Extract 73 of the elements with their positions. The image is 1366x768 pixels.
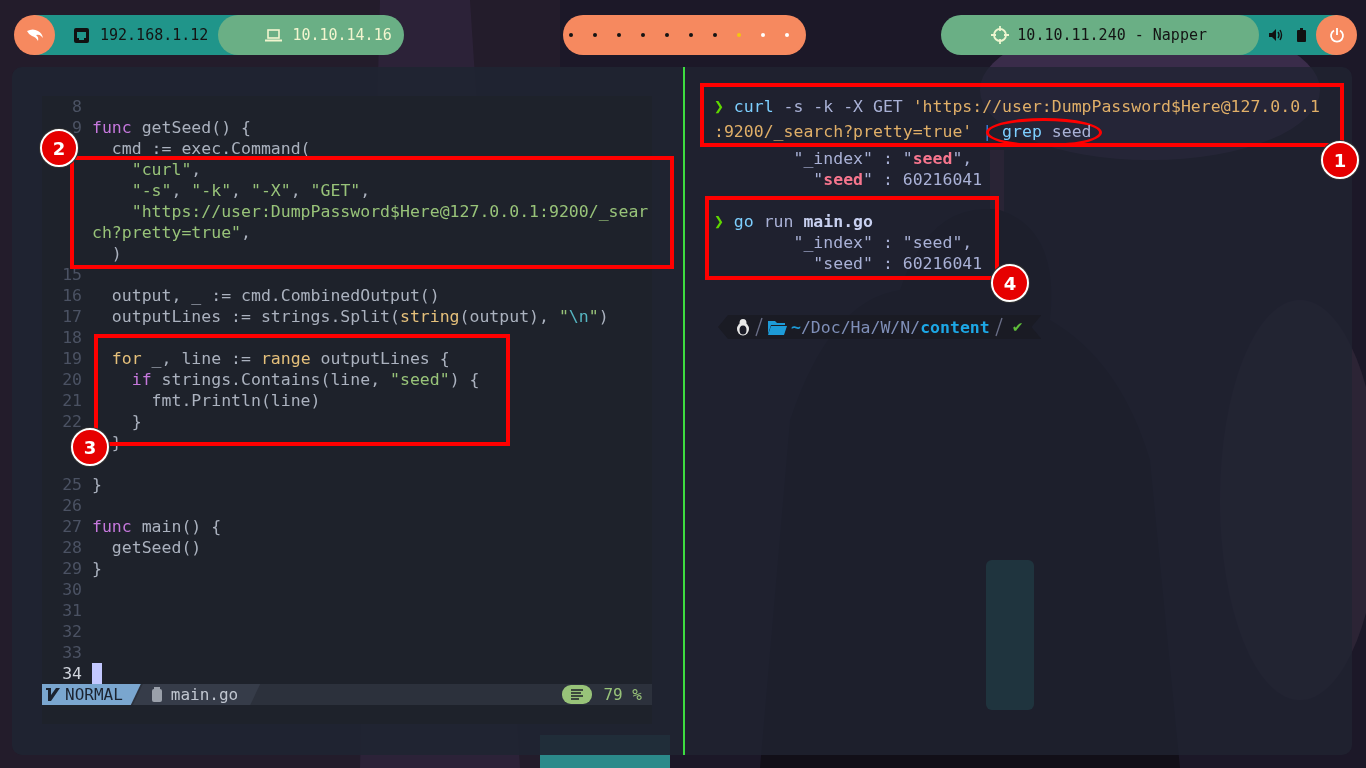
line-number: 28 (62, 538, 82, 557)
mode-label: NORMAL (65, 685, 123, 704)
code-line: output, _ := cmd.CombinedOutput() (110, 285, 440, 306)
code-line: "curl", (130, 159, 202, 180)
line-number: 8 (72, 97, 82, 116)
line-number: 26 (62, 496, 82, 515)
terminal-command: ❯ go run main.go (714, 211, 873, 232)
line-number: 33 (62, 643, 82, 662)
prompt-separator (993, 317, 1004, 337)
workspace-dot[interactable] (761, 33, 765, 37)
ip-address: 192.168.1.12 (100, 26, 209, 44)
file-icon (150, 687, 163, 702)
code-line: outputLines := strings.Split(string(output), "\n") (110, 306, 609, 327)
terminal-output: "_index" : "seed", (792, 148, 973, 169)
speaker-icon[interactable] (1269, 29, 1283, 41)
battery-icon[interactable] (1297, 28, 1306, 42)
line-number: 25 (62, 475, 82, 494)
line-number: 32 (62, 622, 82, 641)
code-line: "https://user:DumpPassword$Here@127.0.0.1:9200/_sear (130, 201, 649, 222)
code-line: getSeed() (110, 537, 202, 558)
workspace-dot[interactable] (713, 33, 717, 37)
target-label: 10.10.11.240 - Napper (1017, 26, 1207, 44)
code-line: ch?pretty=true", (92, 222, 251, 243)
workspace-dot[interactable] (737, 33, 741, 37)
terminal-output: "seed" : 60216041 (812, 253, 983, 274)
terminal-command: ❯ curl -s -k -X GET 'https://user:DumpPassword$Here@127.0.0.1 (714, 96, 1320, 117)
code-line: } (92, 474, 102, 495)
workspace-dot[interactable] (689, 33, 693, 37)
ip-address: 10.10.14.16 (292, 26, 392, 44)
workspace-dot[interactable] (569, 33, 573, 37)
line-number: 17 (62, 307, 82, 326)
line-number: 19 (62, 349, 82, 368)
lines-icon (562, 685, 593, 704)
dragon-icon (25, 28, 44, 42)
line-number: 18 (62, 328, 82, 347)
code-line: ) (110, 243, 122, 264)
code-line: "-s", "-k", "-X", "GET", (130, 180, 371, 201)
status-check: ✔ (1010, 317, 1024, 337)
line-number: 31 (62, 601, 82, 620)
line-number: 21 (62, 391, 82, 410)
code-line: for _, line := range outputLines { (110, 348, 450, 369)
code-line: } (130, 411, 142, 432)
prompt-separator (754, 317, 764, 337)
line-number: 22 (62, 412, 82, 431)
line-number: 16 (62, 286, 82, 305)
v-logo-icon (46, 688, 61, 701)
workspace-dot[interactable] (785, 33, 789, 37)
code-line: fmt.Println(line) (150, 390, 321, 411)
terminal-output: "_index" : "seed", (792, 232, 973, 253)
folder-icon (768, 319, 787, 335)
line-number: 34 (62, 664, 82, 683)
workspace-dot[interactable] (641, 33, 645, 37)
line-number: 20 (62, 370, 82, 389)
line-number: 29 (62, 559, 82, 578)
line-number: 30 (62, 580, 82, 599)
terminal-output: "seed" : 60216041 (812, 169, 983, 190)
penguin-icon (736, 318, 750, 336)
power-icon (1328, 27, 1345, 43)
scroll-percent: 79 % (602, 685, 643, 704)
code-line: cmd := exec.Command( (110, 138, 311, 159)
file-name: main.go (170, 685, 239, 704)
workspace-dot[interactable] (665, 33, 669, 37)
prompt-path: ~/Doc/Ha/W/N/content (791, 316, 990, 338)
network-port-icon (73, 26, 90, 44)
laptop-icon (265, 28, 283, 42)
workspace-dot[interactable] (617, 33, 621, 37)
crosshair-icon (991, 26, 1010, 44)
code-line: func main() { (92, 516, 222, 537)
workspace-dot[interactable] (593, 33, 597, 37)
line-number: 27 (62, 517, 82, 536)
code-line: } (92, 558, 102, 579)
code-line: if strings.Contains(line, "seed") { (130, 369, 480, 390)
code-line: func getSeed() { (92, 117, 251, 138)
